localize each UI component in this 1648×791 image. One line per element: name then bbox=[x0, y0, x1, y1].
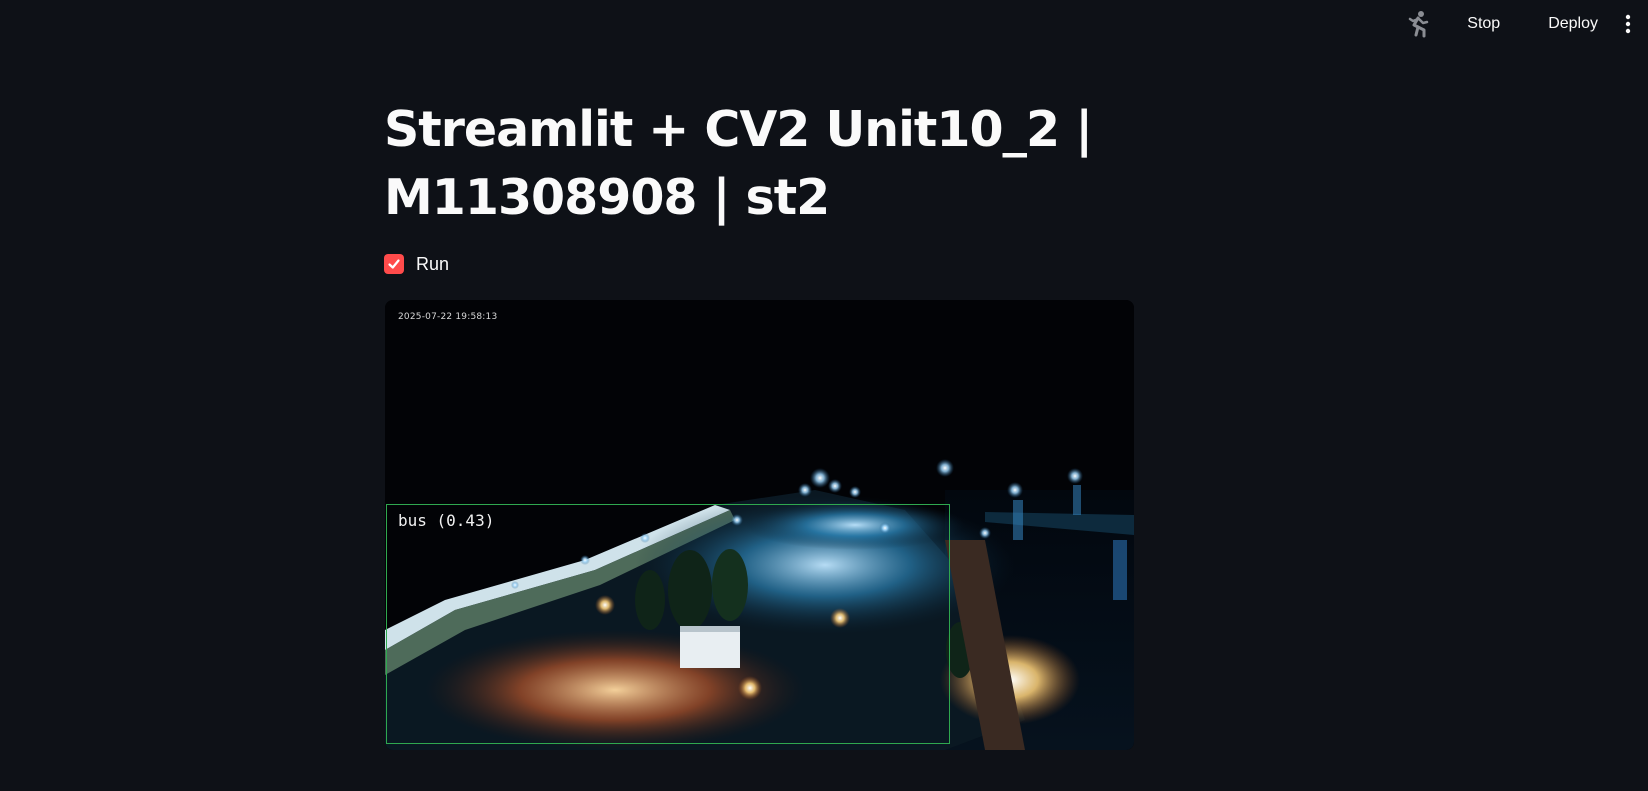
app-toolbar: Stop Deploy bbox=[1403, 0, 1648, 48]
deploy-button[interactable]: Deploy bbox=[1536, 9, 1610, 39]
run-checkbox[interactable]: Run bbox=[384, 252, 1134, 276]
checkbox-checked-icon[interactable] bbox=[384, 254, 404, 274]
video-timestamp: 2025-07-22 19:58:13 bbox=[398, 312, 498, 322]
main-menu-button[interactable] bbox=[1616, 8, 1640, 40]
video-frame: 2025-07-22 19:58:13 bus (0.43) bbox=[385, 300, 1134, 750]
vertical-ellipsis-icon bbox=[1625, 14, 1631, 34]
stop-button[interactable]: Stop bbox=[1455, 9, 1512, 39]
detection-bounding-box bbox=[386, 504, 950, 744]
running-man-icon bbox=[1403, 9, 1433, 39]
detection-label: bus (0.43) bbox=[398, 511, 495, 530]
main-content: Streamlit + CV2 Unit10_2 | M11308908 | s… bbox=[384, 96, 1134, 276]
page-title: Streamlit + CV2 Unit10_2 | M11308908 | s… bbox=[384, 101, 1093, 226]
run-checkbox-label: Run bbox=[416, 253, 450, 274]
